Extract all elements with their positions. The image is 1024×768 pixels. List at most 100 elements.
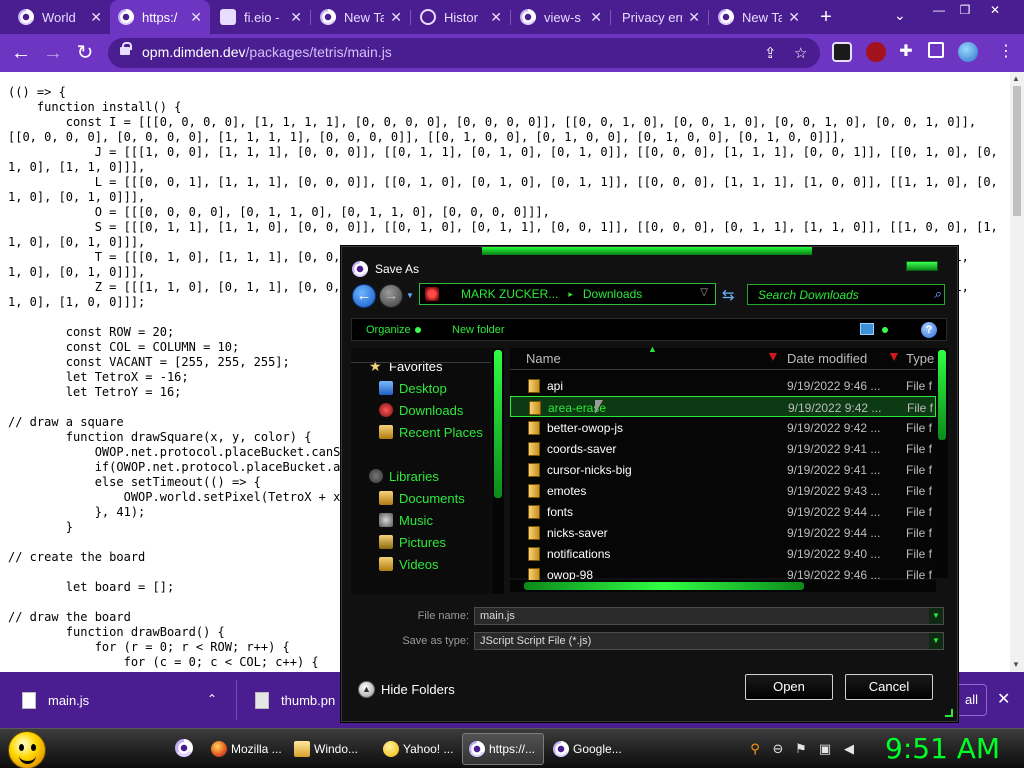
taskbar-item-chrome-active[interactable]: https://... <box>462 733 544 765</box>
window-close-button[interactable]: ✕ <box>984 2 1006 18</box>
page-scrollbar[interactable]: ▲ ▼ <box>1010 72 1024 672</box>
tab-2[interactable]: fi.eio - ✕ <box>212 0 310 34</box>
close-icon[interactable]: ✕ <box>490 9 502 26</box>
scroll-down-arrow[interactable]: ▼ <box>1012 660 1020 669</box>
minimize-button[interactable]: — <box>928 2 950 18</box>
new-tab-button[interactable]: + <box>814 6 838 28</box>
file-row[interactable]: notifications 9/19/2022 9:40 ... File f <box>510 543 936 564</box>
address-segment[interactable]: MARK ZUCKER... <box>461 287 558 301</box>
file-row[interactable]: area-erase 9/19/2022 9:42 ... File f <box>510 396 936 417</box>
taskbar-item-firefox[interactable]: Mozilla ... <box>205 733 288 765</box>
help-icon[interactable]: ? <box>921 322 937 338</box>
puzzle-icon[interactable]: ✚ <box>896 42 916 62</box>
tab-search-button[interactable]: ⌄ <box>894 7 906 24</box>
dialog-back-button[interactable]: ← <box>352 284 376 308</box>
tab-4[interactable]: Histor ✕ <box>412 0 510 34</box>
start-button[interactable] <box>8 731 46 768</box>
download-item[interactable]: thumb.pn <box>255 672 335 728</box>
close-icon[interactable]: ✕ <box>390 9 402 26</box>
file-row[interactable]: emotes 9/19/2022 9:43 ... File f <box>510 480 936 501</box>
open-button[interactable]: Open <box>745 674 833 700</box>
nav-item-pictures[interactable]: Pictures <box>379 532 446 552</box>
cancel-button[interactable]: Cancel <box>845 674 933 700</box>
address-segment[interactable]: Downloads <box>583 287 642 301</box>
tab-3[interactable]: New Ta ✕ <box>312 0 410 34</box>
hscroll-thumb[interactable] <box>524 582 804 590</box>
file-row[interactable]: coords-saver 9/19/2022 9:41 ... File f <box>510 438 936 459</box>
file-row[interactable]: fonts 9/19/2022 9:44 ... File f <box>510 501 936 522</box>
new-folder-button[interactable]: New folder <box>452 324 505 336</box>
tab-7[interactable]: New Ta ✕ <box>710 0 808 34</box>
column-type[interactable]: Type <box>906 351 934 366</box>
resize-grip[interactable] <box>945 709 953 717</box>
nav-item-music[interactable]: Music <box>379 510 433 530</box>
close-icon[interactable]: ✕ <box>90 9 102 26</box>
clock[interactable]: 9:51 AM <box>885 732 1000 765</box>
menu-icon[interactable]: ⋮ <box>996 42 1016 62</box>
file-row[interactable]: cursor-nicks-big 9/19/2022 9:41 ... File f <box>510 459 936 480</box>
nav-item-desktop[interactable]: Desktop <box>379 378 447 398</box>
save-type-select[interactable]: JScript Script File (*.js) ▼ <box>474 632 944 650</box>
close-icon[interactable]: ✕ <box>290 9 302 26</box>
network-icon[interactable]: ▣ <box>818 742 832 756</box>
chevron-down-icon[interactable]: ▼ <box>929 633 943 649</box>
tab-1-active[interactable]: https:/ ✕ <box>110 0 210 34</box>
ublock-icon[interactable] <box>866 42 886 62</box>
separator-icon[interactable]: ▸ <box>568 289 573 300</box>
scrollbar-thumb[interactable] <box>1013 86 1021 216</box>
reload-button[interactable]: ↻ <box>72 40 98 66</box>
nav-item-downloads[interactable]: Downloads <box>379 400 463 420</box>
column-date-modified[interactable]: Date modified <box>787 351 867 366</box>
minus-circle-icon[interactable]: ⊖ <box>771 742 785 756</box>
file-name-field[interactable]: main.js ▼ <box>474 607 944 625</box>
side-panel-icon[interactable] <box>928 42 944 58</box>
search-input[interactable]: Search Downloads ⌕ <box>747 284 945 305</box>
volume-icon[interactable]: ◀ <box>842 742 856 756</box>
restore-button[interactable]: ❐ <box>954 2 976 18</box>
scroll-up-arrow[interactable]: ▲ <box>1012 74 1020 83</box>
view-options-icon[interactable] <box>860 323 874 335</box>
taskbar-item-google[interactable]: Google... <box>547 733 628 765</box>
file-row[interactable]: nicks-saver 9/19/2022 9:44 ... File f <box>510 522 936 543</box>
close-icon[interactable]: ✕ <box>590 9 602 26</box>
chevron-down-icon[interactable]: ▽ <box>700 287 708 298</box>
nav-favorites[interactable]: ★ Favorites <box>369 356 442 376</box>
bookmark-star-icon[interactable]: ☆ <box>794 44 807 62</box>
close-icon[interactable]: ✕ <box>997 689 1010 709</box>
tab-6[interactable]: Privacy err ✕ <box>612 0 708 34</box>
nav-item-documents[interactable]: Documents <box>379 488 465 508</box>
chevron-down-icon[interactable]: ▼ <box>929 608 943 624</box>
dialog-address-bar[interactable]: MARK ZUCKER... ▸ Downloads ▽ <box>419 283 716 305</box>
file-row[interactable]: api 9/19/2022 9:46 ... File f <box>510 375 936 396</box>
column-name[interactable]: Name <box>526 351 561 366</box>
download-item[interactable]: main.js <box>22 672 89 728</box>
tab-0[interactable]: World ✕ <box>10 0 110 34</box>
nav-item-recent-places[interactable]: Recent Places <box>379 422 483 442</box>
nav-scroll-thumb[interactable] <box>494 350 502 498</box>
tab-5[interactable]: view-s ✕ <box>512 0 610 34</box>
refresh-icon[interactable]: ⇆ <box>722 286 735 304</box>
file-row[interactable]: better-owop-js 9/19/2022 9:42 ... File f <box>510 417 936 438</box>
nav-item-videos[interactable]: Videos <box>379 554 439 574</box>
nav-libraries[interactable]: Libraries <box>369 466 439 486</box>
hide-folders-button[interactable]: ▲ Hide Folders <box>358 681 455 698</box>
dialog-forward-button[interactable]: → <box>379 284 403 308</box>
search-icon[interactable]: ⚲ <box>748 742 762 756</box>
close-icon[interactable]: ✕ <box>688 9 700 26</box>
address-bar[interactable]: opm.dimden.dev/packages/tetris/main.js ⇪… <box>108 38 820 68</box>
chrome-pinned-icon[interactable] <box>175 739 193 757</box>
flag-icon[interactable]: ⚑ <box>794 742 808 756</box>
close-icon[interactable]: ✕ <box>190 9 202 26</box>
share-icon[interactable]: ⇪ <box>764 44 777 62</box>
extension-icon[interactable] <box>832 42 852 62</box>
history-dropdown-icon[interactable]: ▼ <box>406 291 414 300</box>
forward-button[interactable]: → <box>40 40 66 66</box>
sort-dropdown-icon[interactable] <box>769 353 777 361</box>
avatar[interactable] <box>958 42 978 62</box>
chevron-up-icon[interactable]: ⌃ <box>207 692 217 706</box>
organize-button[interactable]: Organize <box>366 324 411 336</box>
taskbar-item-yahoo[interactable]: Yahoo! ... <box>377 733 459 765</box>
vscroll-thumb[interactable] <box>938 350 946 440</box>
sort-dropdown-icon[interactable] <box>890 353 898 361</box>
back-button[interactable]: ← <box>8 40 34 66</box>
